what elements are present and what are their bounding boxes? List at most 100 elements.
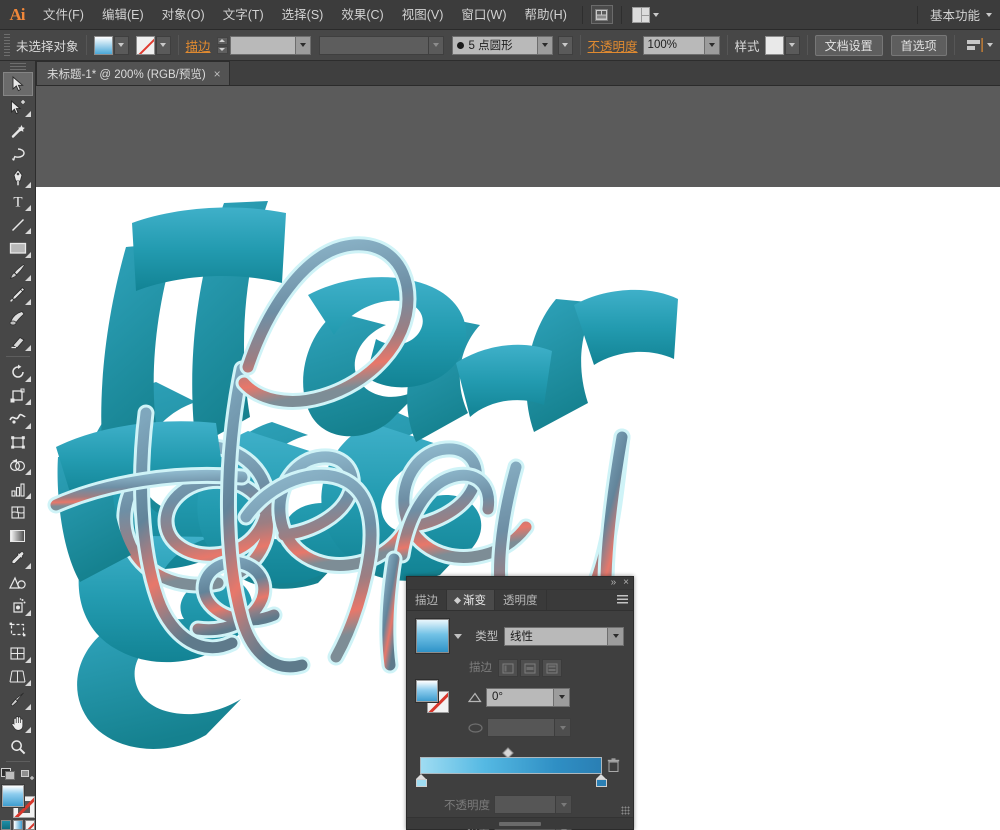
stroke-profile-group[interactable] bbox=[318, 35, 444, 55]
stroke-style-value[interactable]: 5 点圆形 bbox=[451, 35, 538, 55]
panel-footer[interactable] bbox=[407, 817, 633, 829]
magic-wand-tool[interactable] bbox=[3, 119, 33, 142]
graphic-style-control[interactable] bbox=[764, 35, 800, 55]
preferences-button[interactable]: 首选项 bbox=[890, 34, 947, 56]
collapse-icon[interactable]: » bbox=[611, 578, 617, 588]
gradient-tool[interactable] bbox=[3, 524, 33, 547]
toolbar-drag-grip[interactable] bbox=[9, 63, 26, 71]
opacity-chevron-down-icon[interactable] bbox=[704, 35, 720, 55]
stroke-weight-chevron-down-icon[interactable] bbox=[295, 35, 311, 55]
eyedropper-tool[interactable] bbox=[3, 548, 33, 571]
gradient-thumbnail[interactable] bbox=[415, 618, 450, 654]
gradient-aspect-input[interactable] bbox=[487, 718, 555, 737]
panel-resize-grip[interactable] bbox=[621, 806, 630, 815]
gradient-type-select-group[interactable]: 线性 bbox=[504, 626, 624, 646]
opacity-input[interactable]: 100% bbox=[642, 35, 705, 55]
gradient-ramp[interactable] bbox=[420, 757, 602, 774]
blob-brush-tool[interactable] bbox=[3, 307, 33, 330]
stroke-apply-within-button[interactable] bbox=[498, 659, 518, 677]
menu-window[interactable]: 窗口(W) bbox=[452, 0, 515, 30]
gradient-stop-start[interactable] bbox=[416, 774, 427, 787]
stroke-apply-along-button[interactable] bbox=[520, 659, 540, 677]
type-tool[interactable]: T bbox=[3, 190, 33, 213]
stepper-down-icon[interactable] bbox=[216, 45, 228, 54]
rotate-tool[interactable] bbox=[3, 360, 33, 383]
pencil-tool[interactable] bbox=[3, 283, 33, 306]
controlbar-drag-grip[interactable] bbox=[4, 34, 10, 56]
lasso-tool[interactable] bbox=[3, 143, 33, 166]
arrange-documents-button[interactable] bbox=[628, 4, 663, 26]
gradient-angle-chevron-down-icon[interactable] bbox=[554, 687, 570, 707]
zoom-tool[interactable] bbox=[3, 735, 33, 758]
change-screen-mode-icon[interactable] bbox=[0, 767, 15, 781]
graphic-style-swatch[interactable] bbox=[764, 35, 784, 55]
panel-fill-swatch[interactable] bbox=[415, 679, 439, 703]
gradient-preset-chevron-down-icon[interactable] bbox=[453, 633, 462, 639]
menu-help[interactable]: 帮助(H) bbox=[516, 0, 576, 30]
fill-dropdown-icon[interactable] bbox=[113, 35, 129, 55]
panel-tab-gradient[interactable]: 渐变 bbox=[447, 590, 495, 610]
menu-select[interactable]: 选择(S) bbox=[273, 0, 333, 30]
stroke-profile-chevron-down-icon[interactable] bbox=[428, 35, 444, 55]
stroke-weight-input[interactable] bbox=[229, 35, 296, 55]
fill-color-swatch[interactable] bbox=[0, 784, 25, 809]
panel-titlebar[interactable]: » × bbox=[407, 577, 633, 590]
gradient-button[interactable] bbox=[12, 820, 23, 830]
gradient-slider[interactable] bbox=[416, 747, 624, 787]
stroke-weight-field-group[interactable] bbox=[229, 35, 311, 55]
close-icon[interactable]: × bbox=[623, 578, 629, 588]
color-button[interactable] bbox=[0, 820, 11, 830]
gradient-type-chevron-down-icon[interactable] bbox=[608, 626, 624, 646]
stroke-control[interactable] bbox=[135, 35, 171, 55]
gradient-opacity-chevron-down-icon[interactable] bbox=[556, 795, 572, 814]
gradient-aspect-field-group[interactable] bbox=[487, 718, 571, 737]
align-control[interactable] bbox=[962, 37, 993, 53]
panel-menu-icon[interactable] bbox=[617, 595, 628, 605]
gradient-angle-field-group[interactable]: 0° bbox=[486, 687, 570, 707]
mesh-tool[interactable] bbox=[3, 501, 33, 524]
stroke-swatch-none[interactable] bbox=[135, 35, 155, 55]
stroke-style-chevron-down-icon[interactable] bbox=[537, 35, 553, 55]
document-tab[interactable]: 未标题-1* @ 200% (RGB/预览) × bbox=[36, 61, 230, 85]
gradient-opacity-input[interactable] bbox=[494, 795, 556, 814]
menu-effect[interactable]: 效果(C) bbox=[332, 0, 392, 30]
stroke-weight-stepper[interactable] bbox=[216, 36, 228, 54]
align-chevron-down-icon[interactable] bbox=[986, 43, 993, 47]
panel-drag-handle[interactable] bbox=[499, 821, 541, 826]
menu-type[interactable]: 文字(T) bbox=[214, 0, 273, 30]
close-icon[interactable]: × bbox=[214, 68, 221, 80]
gradient-panel[interactable]: » × 描边 渐变 透明度 类型 线性 描边 0° 不透明度 bbox=[406, 576, 634, 830]
gradient-angle-input[interactable]: 0° bbox=[486, 687, 554, 707]
delete-stop-icon[interactable] bbox=[607, 758, 620, 773]
fill-control[interactable] bbox=[93, 35, 129, 55]
scale-tool[interactable] bbox=[3, 384, 33, 407]
free-transform-tool[interactable] bbox=[3, 431, 33, 454]
document-setup-button[interactable]: 文档设置 bbox=[814, 34, 883, 56]
stroke-weight-label[interactable]: 描边 bbox=[186, 36, 211, 55]
stroke-dropdown-icon[interactable] bbox=[155, 35, 171, 55]
perspective-grid-tool[interactable] bbox=[3, 665, 33, 688]
column-graph-tool[interactable] bbox=[3, 477, 33, 500]
opacity-field-group[interactable]: 100% bbox=[642, 35, 720, 55]
blend-tool[interactable] bbox=[3, 571, 33, 594]
menu-view[interactable]: 视图(V) bbox=[393, 0, 453, 30]
width-warp-tool[interactable] bbox=[3, 407, 33, 430]
drawing-modes-icon[interactable] bbox=[20, 767, 35, 781]
symbol-sprayer-tool[interactable] bbox=[3, 594, 33, 617]
paintbrush-tool[interactable] bbox=[3, 260, 33, 283]
hand-tool[interactable] bbox=[3, 712, 33, 735]
gradient-stop-end[interactable] bbox=[596, 774, 607, 787]
artboard-tool[interactable] bbox=[3, 618, 33, 641]
opacity-label[interactable]: 不透明度 bbox=[588, 36, 638, 55]
panel-tab-stroke[interactable]: 描边 bbox=[407, 590, 447, 610]
graphic-style-chevron-down-icon[interactable] bbox=[784, 35, 800, 55]
menu-file[interactable]: 文件(F) bbox=[34, 0, 93, 30]
menu-edit[interactable]: 编辑(E) bbox=[93, 0, 153, 30]
gradient-opacity-field-group[interactable] bbox=[494, 795, 572, 814]
stroke-profile-input[interactable] bbox=[318, 35, 429, 55]
fill-swatch[interactable] bbox=[93, 35, 113, 55]
stroke-extra-chevron-icon[interactable] bbox=[557, 35, 573, 55]
eraser-tool[interactable] bbox=[3, 330, 33, 353]
gradient-aspect-chevron-down-icon[interactable] bbox=[555, 718, 571, 737]
panel-tab-transparency[interactable]: 透明度 bbox=[495, 590, 547, 610]
